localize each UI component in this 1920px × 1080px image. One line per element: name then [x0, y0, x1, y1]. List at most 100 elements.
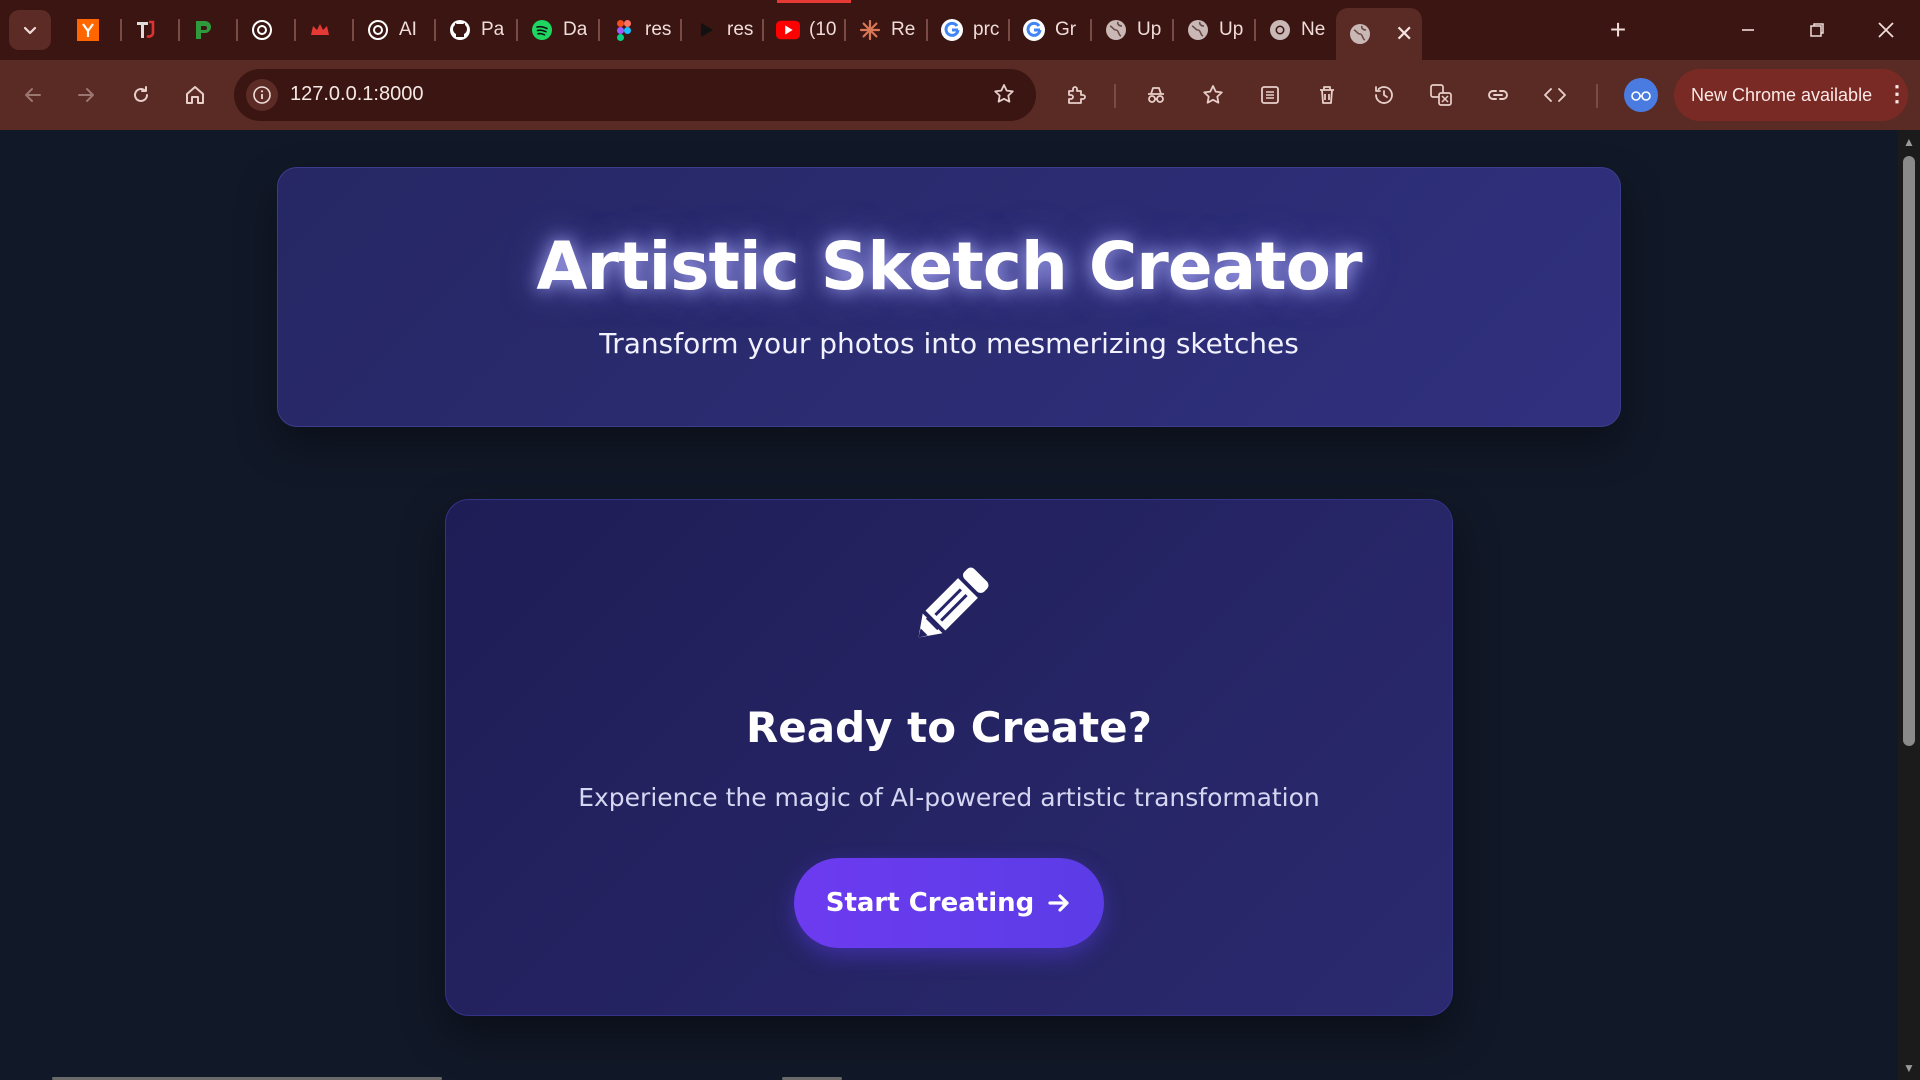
- crown-icon: [308, 18, 332, 42]
- browser-tab[interactable]: res: [600, 8, 680, 52]
- translate-button[interactable]: [1423, 77, 1459, 113]
- spotify-icon: [530, 18, 554, 42]
- history-button[interactable]: [1366, 77, 1402, 113]
- toolbar-divider: [1596, 84, 1598, 108]
- tab-strip: AI Pa Da res res (10 Re prc Gr Up Up Ne ✕ +: [0, 0, 1920, 60]
- claude-icon: [858, 18, 882, 42]
- reading-list-icon: [1261, 86, 1279, 104]
- home-icon: [186, 86, 204, 104]
- tab-title: res: [645, 19, 672, 40]
- address-url: 127.0.0.1:8000: [290, 83, 424, 105]
- restore-button[interactable]: [1789, 8, 1845, 52]
- avatar-icon: [1631, 91, 1651, 101]
- browser-tab[interactable]: [180, 8, 236, 52]
- forward-button[interactable]: [68, 77, 104, 113]
- google-icon: [940, 18, 964, 42]
- tab-title: Gr: [1055, 19, 1077, 40]
- devtools-button[interactable]: [1537, 77, 1573, 113]
- bookmarks-button[interactable]: [1195, 77, 1231, 113]
- code-icon: [1544, 88, 1566, 102]
- globe-icon: [1104, 18, 1128, 42]
- play-icon: [694, 18, 718, 42]
- page-title: Artistic Sketch Creator: [536, 228, 1362, 305]
- tab-title: Ne: [1301, 19, 1326, 40]
- info-icon: [253, 86, 271, 104]
- minimize-icon: [1742, 29, 1754, 31]
- tab-title: Da: [563, 19, 588, 40]
- incognito-button[interactable]: [1138, 77, 1174, 113]
- pencil-icon: [918, 567, 989, 638]
- browser-tab[interactable]: Up: [1174, 8, 1254, 52]
- browser-tab[interactable]: [122, 8, 178, 52]
- tab-title: res: [727, 19, 754, 40]
- scrollbar-thumb[interactable]: [1903, 156, 1915, 746]
- more-vert-icon[interactable]: ⋮: [1886, 80, 1908, 108]
- profile-avatar[interactable]: [1624, 78, 1658, 112]
- hero-banner: Artistic Sketch Creator Transform your p…: [277, 167, 1621, 427]
- openai-icon: [250, 18, 274, 42]
- vertical-scrollbar[interactable]: ▲ ▼: [1898, 130, 1920, 1080]
- browser-tab[interactable]: [296, 8, 352, 52]
- browser-tab[interactable]: [64, 8, 120, 52]
- tab-search-button[interactable]: [9, 10, 51, 50]
- plus-icon: +: [1609, 14, 1627, 45]
- update-label: New Chrome available: [1691, 84, 1873, 105]
- reload-button[interactable]: [123, 77, 159, 113]
- chrome-icon: [1268, 18, 1292, 42]
- card-title: Ready to Create?: [745, 703, 1153, 752]
- home-button[interactable]: [177, 77, 213, 113]
- y-combinator-icon: [76, 18, 100, 42]
- figma-icon: [612, 18, 636, 42]
- tab-audio-indicator: [777, 0, 851, 3]
- copy-link-button[interactable]: [1480, 77, 1516, 113]
- tab-title: Re: [891, 19, 916, 40]
- tj-icon: [134, 18, 158, 42]
- new-tab-button[interactable]: +: [1598, 8, 1638, 52]
- google-icon: [1022, 18, 1046, 42]
- reading-list-button[interactable]: [1252, 77, 1288, 113]
- star-plus-icon: [1203, 85, 1223, 104]
- scroll-up-icon[interactable]: ▲: [1903, 136, 1915, 148]
- reload-icon: [134, 86, 148, 102]
- browser-tab[interactable]: AI: [354, 8, 434, 52]
- browser-tab[interactable]: Ne: [1256, 8, 1336, 52]
- chevron-down-icon: [23, 26, 37, 35]
- address-bar[interactable]: 127.0.0.1:8000: [234, 69, 1036, 121]
- browser-tab[interactable]: [238, 8, 294, 52]
- bookmark-button[interactable]: [992, 82, 1016, 111]
- browser-tab[interactable]: Re: [846, 8, 926, 52]
- browser-tab[interactable]: Gr: [1010, 8, 1090, 52]
- translate-icon: [1430, 84, 1452, 106]
- browser-tab[interactable]: Up: [1092, 8, 1172, 52]
- page-viewport: Artistic Sketch Creator Transform your p…: [0, 130, 1898, 1080]
- browser-tab[interactable]: Pa: [436, 8, 516, 52]
- link-icon: [1488, 90, 1508, 100]
- toolbar-divider: [1114, 84, 1116, 108]
- globe-icon: [1186, 18, 1210, 42]
- arrow-right-icon: [1048, 894, 1069, 912]
- arrow-left-icon: [25, 88, 41, 102]
- tab-title: prc: [973, 19, 1000, 40]
- star-icon: [994, 84, 1014, 103]
- tab-active[interactable]: ✕: [1336, 8, 1422, 60]
- create-card: Ready to Create? Experience the magic of…: [445, 499, 1453, 1016]
- start-creating-button[interactable]: Start Creating: [794, 858, 1104, 948]
- browser-tab[interactable]: Da: [518, 8, 598, 52]
- extensions-button[interactable]: [1058, 77, 1094, 113]
- browser-tab[interactable]: res: [682, 8, 762, 52]
- close-tab-icon[interactable]: ✕: [1395, 21, 1413, 47]
- site-info-button[interactable]: [246, 79, 278, 111]
- globe-icon: [1348, 22, 1372, 46]
- arrow-right-icon: [78, 88, 94, 102]
- delete-button[interactable]: [1309, 77, 1345, 113]
- back-button[interactable]: [15, 77, 51, 113]
- browser-tab[interactable]: (10: [764, 8, 844, 52]
- browser-tab[interactable]: prc: [928, 8, 1008, 52]
- close-window-button[interactable]: [1858, 8, 1914, 52]
- minimize-button[interactable]: [1720, 8, 1776, 52]
- card-description: Experience the magic of AI-powered artis…: [578, 783, 1320, 812]
- scroll-down-icon[interactable]: ▼: [1903, 1062, 1915, 1074]
- green-p-icon: [192, 18, 216, 42]
- chrome-update-button[interactable]: New Chrome available ⋮: [1674, 69, 1908, 121]
- history-icon: [1375, 86, 1393, 104]
